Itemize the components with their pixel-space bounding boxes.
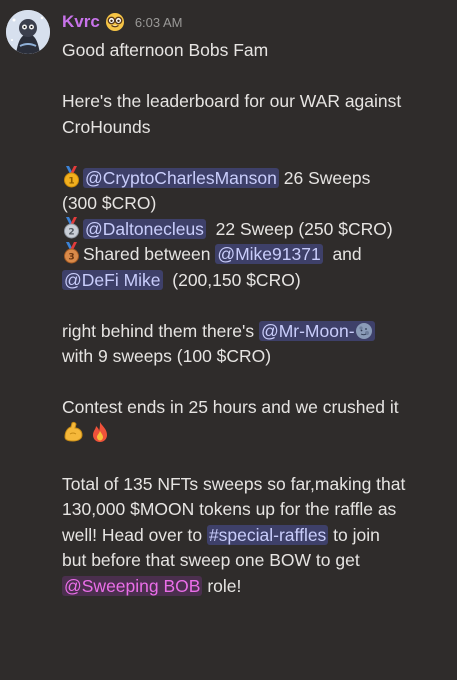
mention-crypto-charles-manson[interactable]: @CryptoCharlesManson <box>83 167 279 188</box>
total-line-3: well! Head over to #special-raffles to j… <box>62 523 450 549</box>
leaderboard-first-line: 1 @CryptoCharlesManson 26 Sweeps <box>62 165 450 192</box>
mention-mr-moon-label: @Mr-Moon- <box>260 320 355 341</box>
total-line-1: Total of 135 NFTs sweeps so far,making t… <box>62 473 406 494</box>
intro-line-2: CroHounds <box>62 116 151 137</box>
behind-line: right behind them there's @Mr-Moon- <box>62 319 450 345</box>
svg-text:1: 1 <box>68 176 74 186</box>
flexed-biceps-icon <box>64 421 83 442</box>
mention-defi-mike[interactable]: @DeFi Mike <box>62 269 163 290</box>
first-sweeps-text: 26 Sweeps <box>278 167 371 188</box>
avatar-image <box>6 10 50 54</box>
channel-special-raffles[interactable]: #special-raffles <box>206 524 329 545</box>
intro-line-1: Here's the leaderboard for our WAR again… <box>62 91 402 111</box>
author-name[interactable]: Kvrc <box>62 12 100 32</box>
contest-emoji-line <box>62 421 450 447</box>
first-place-medal-icon: 1 <box>64 165 79 187</box>
head-over-text: well! Head over to <box>62 524 207 545</box>
third-prize-text: (200,150 $CRO) <box>162 269 301 290</box>
behind-sweeps-text: with 9 sweeps (100 $CRO) <box>62 346 272 366</box>
svg-text:3: 3 <box>68 253 74 263</box>
third-shared-text: Shared between <box>83 244 216 264</box>
leaderboard-third-line-2: @DeFi Mike (200,150 $CRO) <box>62 268 450 294</box>
message-timestamp[interactable]: 6:03 AM <box>135 15 183 30</box>
mention-daltonecleus[interactable]: @Daltonecleus <box>83 218 206 239</box>
contest-line: Contest ends in 25 hours and we crushed … <box>62 397 399 417</box>
chat-message: Kvrc 6:03 AM Good afternoon Bobs Fam Her… <box>0 0 457 680</box>
total-line-2: 130,000 $MOON tokens up for the raffle a… <box>62 499 397 519</box>
mention-mike91371[interactable]: @Mike91371 <box>215 244 323 264</box>
second-place-medal-icon: 2 <box>64 216 79 238</box>
third-place-medal-icon: 3 <box>64 242 79 264</box>
total-line-5: @Sweeping BOB role! <box>62 574 450 600</box>
third-and-text: and <box>322 244 362 264</box>
message-content: Good afternoon Bobs Fam Here's the leade… <box>62 38 450 599</box>
nerd-face-emoji-icon[interactable] <box>105 12 125 32</box>
first-prize-text: (300 $CRO) <box>62 193 157 213</box>
message-header: Kvrc 6:03 AM <box>62 11 183 33</box>
mention-mr-moon[interactable]: @Mr-Moon- <box>258 320 375 341</box>
moon-face-emoji-icon <box>355 322 372 339</box>
avatar[interactable] <box>6 10 50 54</box>
leaderboard-third-line: 3 Shared between @Mike91371 and <box>62 242 450 268</box>
role-sweeping-bob[interactable]: @Sweeping BOB <box>62 575 203 596</box>
fire-icon <box>92 421 107 442</box>
leaderboard-second-line: 2 @Daltonecleus 22 Sweep (250 $CRO) <box>62 216 450 243</box>
greeting-line: Good afternoon Bobs Fam <box>62 40 269 60</box>
behind-text: right behind them there's <box>62 320 259 341</box>
to-join-text: to join <box>328 524 380 545</box>
second-sweeps-text: 22 Sweep (250 $CRO) <box>205 218 393 239</box>
total-line-4: but before that sweep one BOW to get <box>62 550 360 570</box>
svg-text:2: 2 <box>68 227 74 237</box>
role-suffix-text: role! <box>202 575 242 596</box>
